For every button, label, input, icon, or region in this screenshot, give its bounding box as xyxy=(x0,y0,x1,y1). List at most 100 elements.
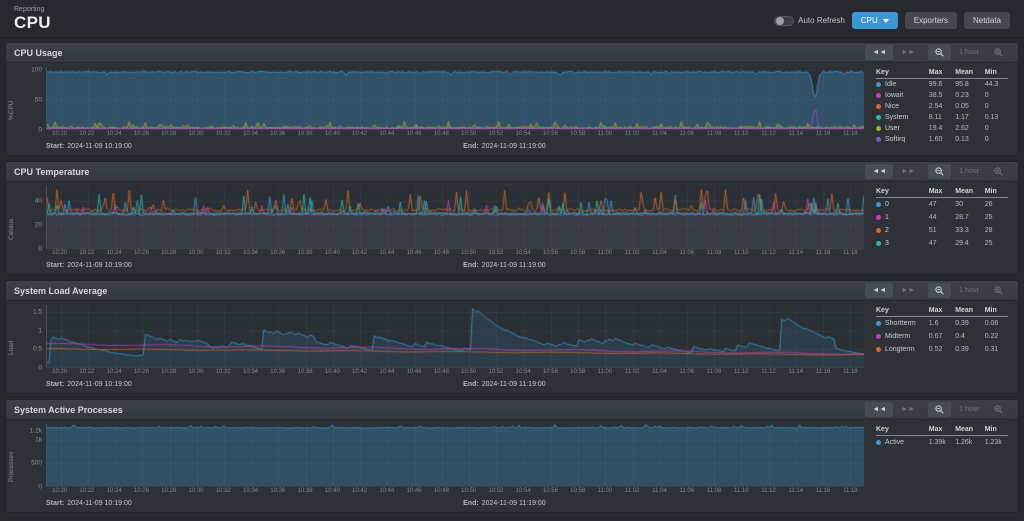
legend-row-midterm[interactable]: Midterm 0.67 0.4 0.22 xyxy=(876,330,1008,343)
pan-back-button[interactable]: ◄◄ xyxy=(865,45,894,60)
legend-row-iowait[interactable]: Iowait 38.5 0.23 0 xyxy=(876,90,1008,101)
x-tick-label: 11:12 xyxy=(761,131,776,137)
x-tick-label: 10:58 xyxy=(570,369,586,375)
time-range-button[interactable]: 1 hour xyxy=(952,164,986,179)
legend-max-value: 99.6 xyxy=(928,81,943,88)
legend-header-cell: Mean xyxy=(955,188,974,195)
time-range-row: Start: 2024-11-09 10:19:00 End: 2024-11-09… xyxy=(46,497,864,510)
y-tick-label: 1k xyxy=(35,436,42,444)
legend-row-longterm[interactable]: Longterm 0.52 0.39 0.31 xyxy=(876,343,1008,356)
legend-row-3[interactable]: 3 47 29.4 25 xyxy=(876,237,1008,250)
exporters-button[interactable]: Exporters xyxy=(904,12,957,29)
series-name: Shortterm xyxy=(885,320,916,327)
chart-canvas[interactable] xyxy=(47,424,864,486)
legend-row-shortterm[interactable]: Shortterm 1.6 0.39 0.06 xyxy=(876,317,1008,330)
legend-key: Midterm xyxy=(876,333,929,340)
chart-canvas[interactable] xyxy=(47,67,864,129)
chart-column: 1.2k 1k 500 0 10:20 10:22 10:24 10:26 10:28 10:3… xyxy=(21,424,864,510)
legend-rows: Active 1.39k 1.26k 1.23k xyxy=(876,436,1008,449)
x-tick-label: 10:28 xyxy=(161,369,177,375)
legend-row-system[interactable]: System 8.11 1.17 0.13 xyxy=(876,112,1008,123)
legend-header-cell: Key xyxy=(876,188,889,195)
x-tick-label: 10:44 xyxy=(379,131,395,137)
chart-column: 1.5 1 0.5 0 10:20 10:22 10:24 10:26 10:28 10:30 1… xyxy=(21,305,864,391)
chart-canvas[interactable] xyxy=(47,186,864,248)
legend-min-value: 0 xyxy=(984,103,989,110)
pan-forward-button[interactable]: ►► xyxy=(894,164,923,179)
legend-row-user[interactable]: User 19.4 2.62 0 xyxy=(876,123,1008,134)
x-tick-label: 10:52 xyxy=(488,488,504,494)
panel-system-active-processes: System Active Processes ◄◄ ►► 1 hour Pro… xyxy=(5,399,1019,513)
legend-mean-value: 0.05 xyxy=(955,103,969,110)
zoom-in-button[interactable] xyxy=(987,45,1010,60)
x-tick-label: 10:54 xyxy=(515,131,531,137)
series-name: System xyxy=(885,114,909,121)
magnifier-minus-icon xyxy=(935,167,944,176)
legend-rows: Shortterm 1.6 0.39 0.06 Midterm 0.67 0.4 0.22 Lo… xyxy=(876,317,1008,356)
netdata-button[interactable]: Netdata xyxy=(963,12,1010,29)
chart-plot-area[interactable] xyxy=(46,186,864,249)
legend-row-idle[interactable]: Idle 99.6 95.8 44.3 xyxy=(876,79,1008,90)
time-range-button[interactable]: 1 hour xyxy=(952,283,986,298)
y-axis-label: Load xyxy=(8,340,15,356)
time-range-button[interactable]: 1 hour xyxy=(952,45,986,60)
page-title: CPU xyxy=(14,13,51,32)
pan-back-button[interactable]: ◄◄ xyxy=(865,283,894,298)
x-tick-label: 11:14 xyxy=(788,488,804,494)
x-tick-label: 11:12 xyxy=(761,488,776,494)
chart-plot-area[interactable] xyxy=(46,424,864,487)
series-color-dot-icon xyxy=(876,241,881,246)
time-range-button[interactable]: 1 hour xyxy=(952,402,986,417)
legend-row-nice[interactable]: Nice 2.54 0.05 0 xyxy=(876,101,1008,112)
pan-back-button[interactable]: ◄◄ xyxy=(865,402,894,417)
zoom-out-button[interactable] xyxy=(928,283,952,298)
x-tick-label: 10:24 xyxy=(106,131,122,137)
zoom-out-button[interactable] xyxy=(928,45,952,60)
x-tick-label: 11:16 xyxy=(815,488,831,494)
x-tick-label: 10:28 xyxy=(161,131,177,137)
x-tick-label: 11:08 xyxy=(706,250,722,256)
zoom-in-button[interactable] xyxy=(987,283,1010,298)
x-tick-label: 10:36 xyxy=(270,250,286,256)
x-tick-label: 11:00 xyxy=(597,488,613,494)
legend-row-2[interactable]: 2 51 33.3 28 xyxy=(876,224,1008,237)
x-tick-label: 11:08 xyxy=(706,369,722,375)
chart-canvas[interactable] xyxy=(47,305,864,367)
y-tick-label: 1.2k xyxy=(29,427,42,435)
x-tick-label: 11:00 xyxy=(597,369,613,375)
pan-back-button[interactable]: ◄◄ xyxy=(865,164,894,179)
legend-row-1[interactable]: 1 44 28.7 25 xyxy=(876,211,1008,224)
scope-dropdown-button[interactable]: CPU xyxy=(851,12,898,29)
panel-title: System Active Processes xyxy=(14,404,123,415)
panel-controls: ◄◄ ►► 1 hour xyxy=(865,164,1010,179)
zoom-out-button[interactable] xyxy=(928,402,952,417)
magnifier-minus-icon xyxy=(935,286,944,295)
legend-max-value: 47 xyxy=(928,240,937,247)
x-tick-label: 11:00 xyxy=(597,131,613,137)
y-tick-label: 50 xyxy=(34,96,42,104)
series-color-dot-icon xyxy=(876,115,881,120)
legend-row-softirq[interactable]: Softirq 1.60 0.13 0 xyxy=(876,134,1008,145)
legend-mean-value: 28.7 xyxy=(955,214,969,221)
toggle-track-icon[interactable] xyxy=(774,15,795,26)
auto-refresh-toggle[interactable]: Auto Refresh xyxy=(774,15,845,26)
pan-forward-button[interactable]: ►► xyxy=(894,45,923,60)
zoom-in-button[interactable] xyxy=(987,402,1010,417)
legend-row-0[interactable]: 0 47 30 26 xyxy=(876,198,1008,211)
panel-controls: ◄◄ ►► 1 hour xyxy=(865,45,1010,60)
zoom-out-button[interactable] xyxy=(928,164,952,179)
x-tick-label: 10:48 xyxy=(433,131,449,137)
chart-plot-area[interactable] xyxy=(46,67,864,130)
legend-key: Active xyxy=(876,439,929,446)
x-axis-ticks: 10:20 10:22 10:24 10:26 10:28 10:30 10:32 10:34… xyxy=(46,368,864,378)
auto-refresh-label: Auto Refresh xyxy=(798,16,845,25)
legend-row-active[interactable]: Active 1.39k 1.26k 1.23k xyxy=(876,436,1008,449)
pan-forward-button[interactable]: ►► xyxy=(894,402,923,417)
x-tick-label: 10:46 xyxy=(406,488,422,494)
x-tick-label: 11:04 xyxy=(652,250,667,256)
x-tick-label: 10:32 xyxy=(215,250,231,256)
top-bar: Reporting CPU Auto Refresh CPU Exporters… xyxy=(0,0,1024,38)
chart-plot-area[interactable] xyxy=(46,305,864,368)
zoom-in-button[interactable] xyxy=(987,164,1010,179)
pan-forward-button[interactable]: ►► xyxy=(894,283,923,298)
